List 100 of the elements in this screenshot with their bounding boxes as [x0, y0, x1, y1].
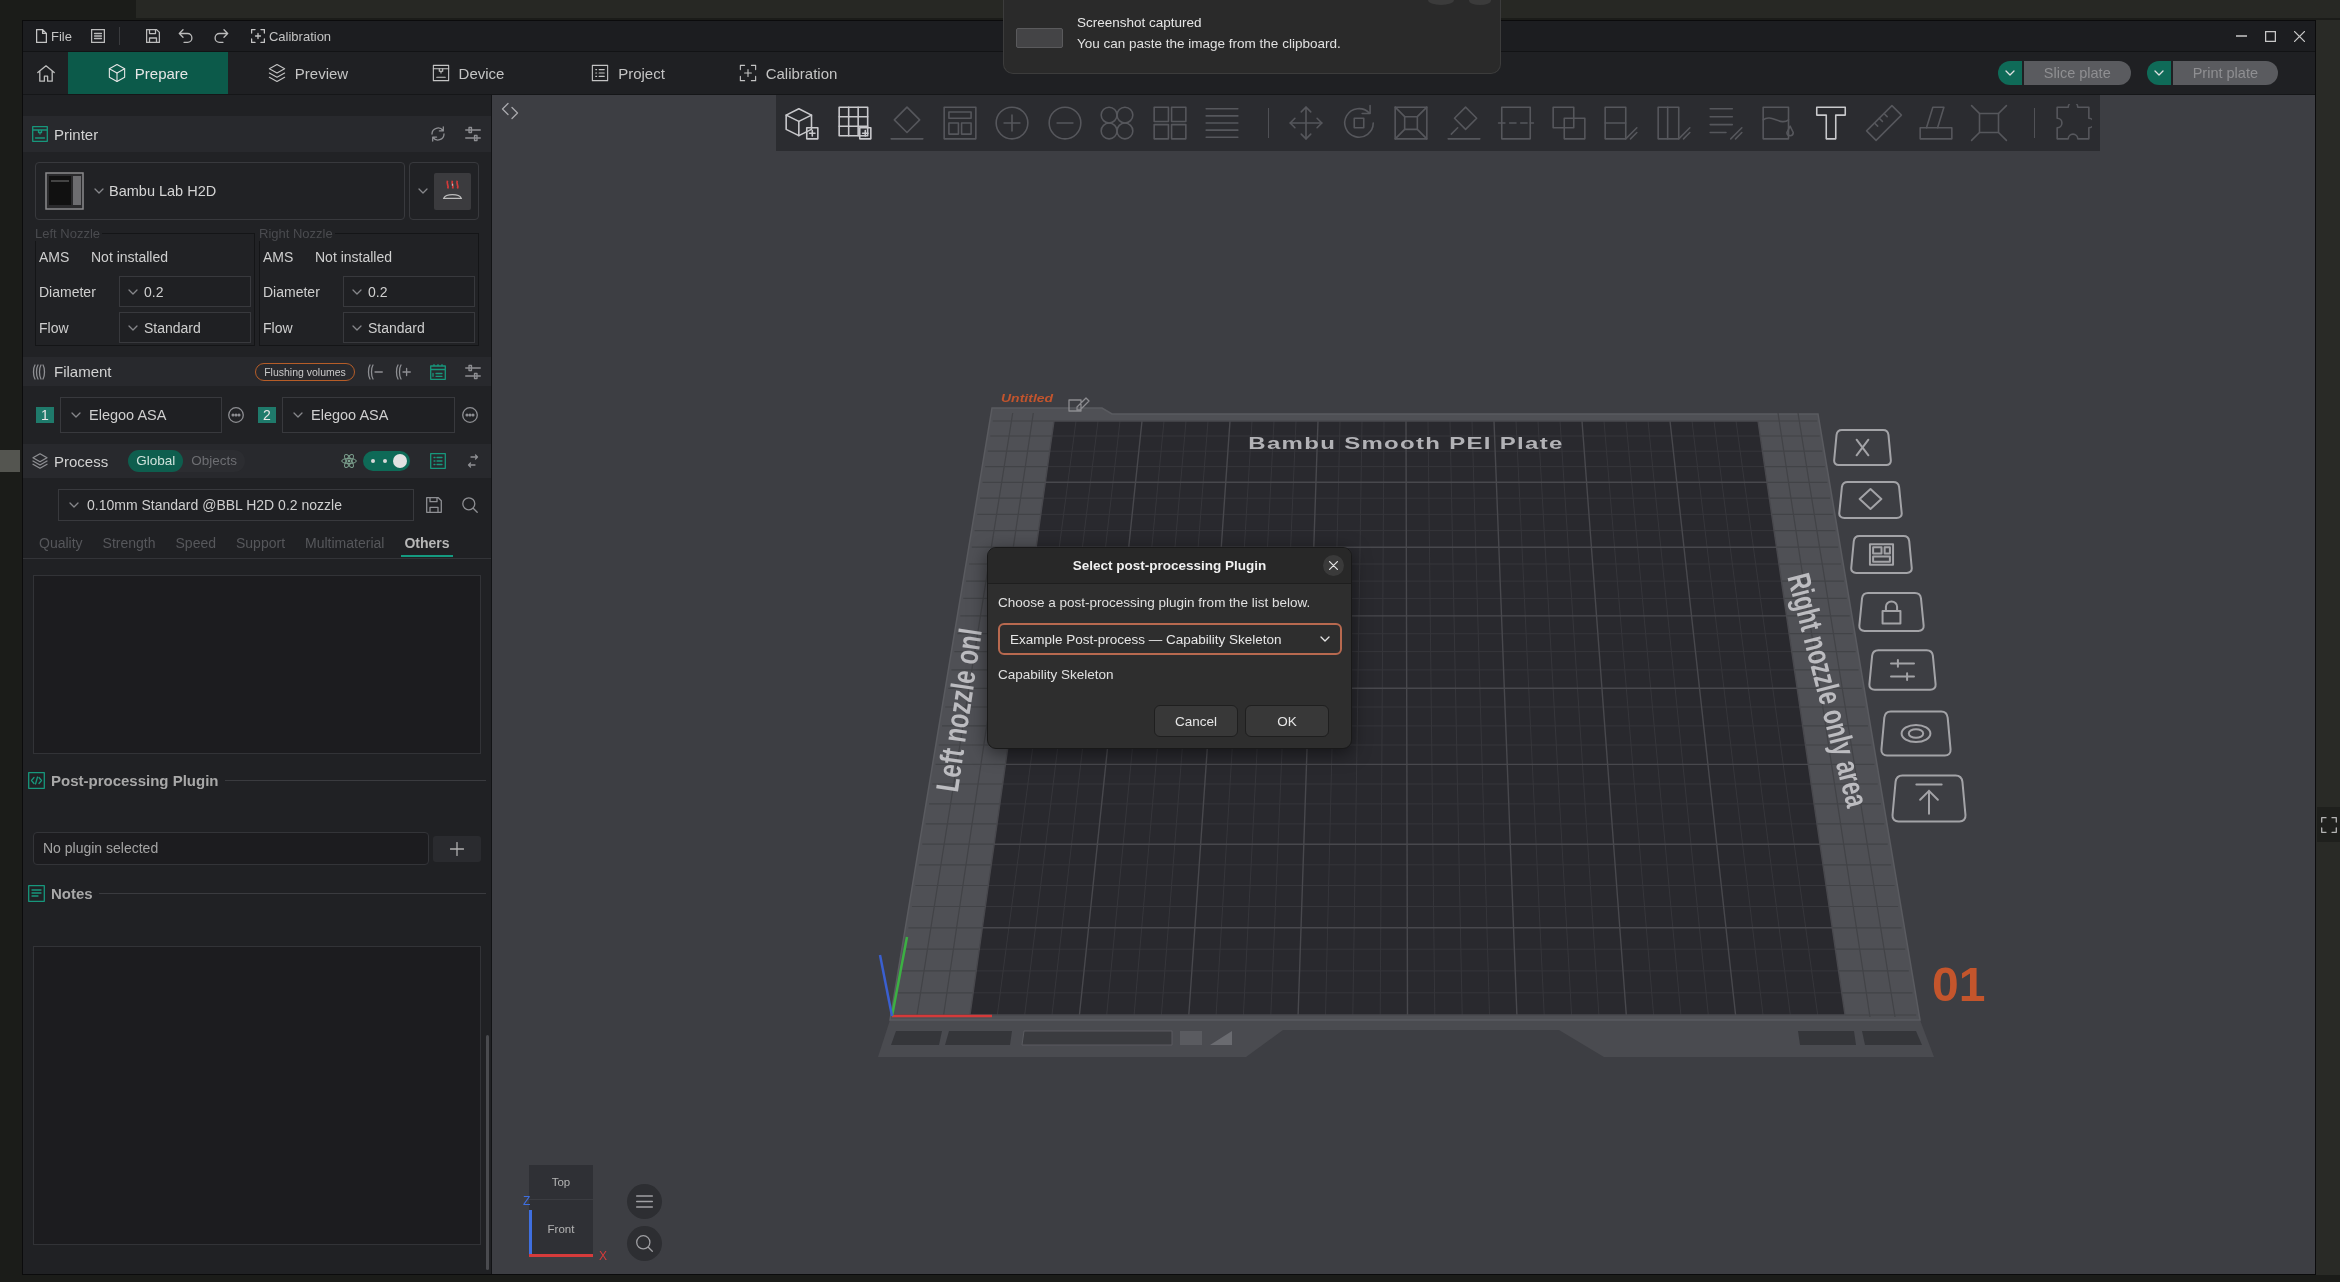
layout-icon[interactable] — [1850, 534, 1913, 575]
expand-button[interactable] — [2317, 807, 2340, 842]
save-icon[interactable] — [426, 497, 442, 513]
chevron-down-icon — [2004, 70, 2015, 76]
plate-number: 01 — [1932, 961, 1986, 1009]
tab[interactable]: Device — [388, 52, 548, 94]
dropdown-button[interactable] — [1997, 61, 2022, 85]
plugin-field[interactable]: No plugin selected — [33, 832, 429, 865]
arrow-up-icon[interactable] — [1891, 773, 1967, 824]
field-label: AMS — [263, 249, 295, 265]
dropdown-button[interactable] — [2146, 61, 2171, 85]
filament-dropdown[interactable]: Elegoo ASA — [60, 397, 222, 433]
notification-title: Screenshot captured — [1077, 14, 1202, 32]
background-window — [0, 450, 20, 472]
calendar-icon[interactable] — [430, 363, 446, 380]
sliders-icon[interactable] — [465, 363, 481, 380]
pencil-icon[interactable] — [1068, 397, 1090, 412]
calibration-button[interactable]: Calibration — [250, 25, 332, 47]
search-icon[interactable] — [462, 497, 478, 513]
plate-area-label: Left nozzle onl — [933, 626, 985, 794]
flow-dropdown[interactable]: Standard — [119, 312, 251, 343]
menu-icon — [636, 1195, 653, 1208]
chevron-down-icon — [71, 412, 81, 418]
grid-plus-icon[interactable] — [835, 104, 874, 142]
search-icon — [636, 1235, 653, 1252]
focus-frame-icon — [250, 29, 265, 43]
expand-icon — [2320, 816, 2337, 833]
view-cube[interactable]: Top Front — [529, 1165, 593, 1257]
focus-frame-icon — [738, 64, 757, 82]
spools-icon — [32, 363, 48, 380]
printer-dropdown[interactable]: Bambu Lab H2D — [35, 162, 405, 220]
swap-arrows-icon[interactable] — [465, 453, 481, 469]
dialog-button[interactable]: Cancel — [1154, 705, 1238, 737]
chevrons-icon[interactable] — [501, 102, 519, 120]
view-menu-button[interactable] — [627, 1184, 662, 1219]
printer-icon — [431, 64, 450, 82]
layers-icon — [32, 453, 48, 469]
list-icon[interactable] — [90, 29, 105, 43]
tab[interactable]: Preview — [228, 52, 388, 94]
spool-plus-icon[interactable] — [395, 363, 411, 380]
section-title: Process — [54, 452, 109, 470]
axis-label: X — [599, 1250, 607, 1263]
file-menu[interactable]: File — [36, 25, 72, 47]
sliders-icon[interactable] — [465, 126, 481, 142]
settings-tab[interactable]: Others — [401, 531, 453, 557]
document-icon — [36, 29, 47, 43]
toggle-switch[interactable] — [363, 451, 410, 471]
field-label: Diameter — [39, 283, 97, 300]
atom-icon[interactable] — [341, 453, 357, 469]
process-preset-dropdown[interactable]: 0.10mm Standard @BBL H2D 0.2 nozzle — [58, 489, 414, 521]
spool-minus-icon[interactable] — [367, 363, 383, 380]
refresh-icon[interactable] — [430, 126, 446, 142]
notes-icon — [28, 884, 45, 902]
plate-label: Bambu Smooth PEI Plate — [1248, 433, 1564, 453]
chevron-down-icon — [128, 288, 138, 295]
chevron-down-icon — [418, 188, 428, 194]
maximize-icon[interactable] — [2265, 30, 2276, 42]
flow-dropdown[interactable]: Standard — [343, 312, 475, 343]
diameter-dropdown[interactable]: 0.2 — [119, 276, 251, 307]
section-title: Post-processing Plugin — [51, 771, 219, 789]
plate-type-dropdown[interactable] — [409, 162, 479, 220]
dialog-button[interactable]: OK — [1245, 705, 1329, 737]
scope-tab[interactable]: Global — [128, 450, 184, 472]
notes-field[interactable] — [33, 946, 481, 1245]
plus-icon — [450, 841, 464, 856]
field-value: Not installed — [91, 249, 169, 265]
list-icon[interactable] — [430, 453, 446, 469]
diamond-icon[interactable] — [1838, 480, 1903, 520]
printer-icon — [32, 126, 48, 142]
undo-icon[interactable] — [177, 29, 194, 43]
filament-number: 1 — [36, 407, 54, 423]
tab[interactable]: Calibration — [708, 52, 868, 94]
tab[interactable]: Project — [548, 52, 708, 94]
plugin-description: Capability Skeleton — [998, 666, 1115, 684]
plate-area-label: Right nozzle only area — [1784, 570, 1872, 810]
chevron-down-icon — [94, 188, 104, 194]
filament-dropdown[interactable]: Elegoo ASA — [282, 397, 455, 433]
diameter-dropdown[interactable]: 0.2 — [343, 276, 475, 307]
save-icon[interactable] — [145, 29, 160, 43]
more-icon[interactable] — [462, 407, 478, 423]
field-label: Flow — [263, 319, 294, 336]
lock-icon[interactable] — [1858, 591, 1925, 633]
sliders-icon[interactable] — [1868, 648, 1937, 692]
filament-number: 2 — [258, 407, 276, 423]
close-icon[interactable] — [2294, 30, 2305, 42]
top-view-face[interactable]: Top — [529, 1165, 593, 1199]
add-plugin-button[interactable] — [433, 835, 481, 862]
home-icon[interactable] — [36, 64, 55, 82]
more-icon[interactable] — [228, 407, 244, 423]
plugin-dropdown[interactable]: Example Post-process — Capability Skeleton — [998, 623, 1342, 655]
redo-icon[interactable] — [212, 29, 229, 43]
close-button[interactable] — [1323, 555, 1344, 576]
zoom-button[interactable] — [627, 1226, 662, 1261]
dialog-message: Choose a post-processing plugin from the list below. — [998, 594, 1312, 612]
chevron-down-icon — [1320, 636, 1330, 642]
scrollbar[interactable] — [486, 1035, 489, 1270]
close-icon[interactable] — [1833, 428, 1892, 467]
layers-icon — [267, 64, 286, 82]
tab[interactable]: Prepare — [68, 52, 228, 94]
section-title: Notes — [51, 884, 93, 902]
